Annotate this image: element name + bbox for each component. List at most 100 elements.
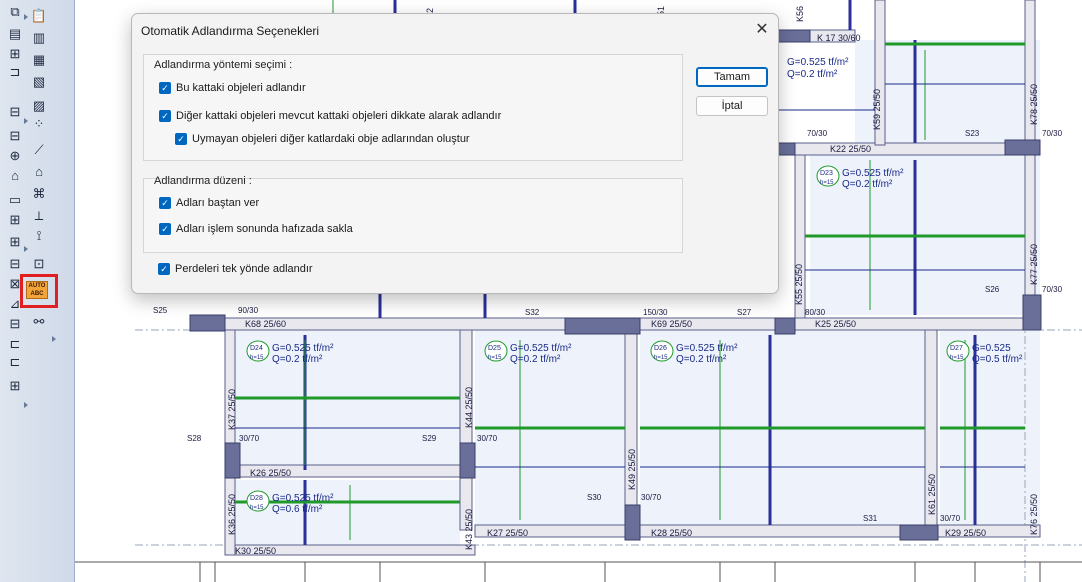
table-icon[interactable]: ▦ (30, 50, 48, 68)
cancel-button[interactable]: İptal (696, 96, 768, 116)
table-icon[interactable]: ▧ (30, 72, 48, 90)
checkbox-checked-icon[interactable]: ✓ (175, 133, 187, 145)
slab-thickness: h=15 (950, 355, 964, 361)
space-label: S26 (985, 285, 1000, 294)
beam-label: K 17 30/60 (817, 33, 861, 43)
space-label: S27 (737, 308, 752, 317)
space-label: S32 (525, 308, 540, 317)
move-icon[interactable]: ⊐ (6, 62, 24, 80)
checkbox-checked-icon[interactable]: ✓ (159, 110, 171, 122)
slab-icon[interactable]: ▨ (30, 96, 48, 114)
column-icon[interactable]: ⌂ (6, 166, 24, 184)
column-label: K77 25/50 (1029, 244, 1039, 285)
checkbox-checked-icon[interactable]: ✓ (159, 82, 171, 94)
auto-naming-options-dialog: Otomatik Adlandırma Seçenekleri ✕ Adland… (131, 13, 779, 294)
flyout-arrow-icon[interactable] (52, 336, 56, 342)
slab-id: D25 (488, 345, 501, 352)
load-g: G=0.525 tf/m² (510, 343, 572, 354)
grid-icon[interactable]: ⌘ (30, 184, 48, 202)
slab-thickness: h=15 (488, 355, 502, 361)
slab-thickness: h=15 (250, 505, 264, 511)
dimension-label: 30/70 (477, 434, 498, 443)
dimension-label: 30/70 (239, 434, 260, 443)
load-q: Q=0.5 tf/m² (972, 354, 1023, 365)
copy-icon[interactable]: ⧉ (6, 2, 24, 20)
load-q: Q=0.6 tf/m² (272, 504, 323, 515)
dimension-label: 80/30 (805, 308, 826, 317)
option-derive-nonmatching[interactable]: ✓ Uymayan objeleri diğer katlardaki obje… (175, 133, 470, 145)
column-label: K78 25/50 (1029, 84, 1039, 125)
option-name-current-floor[interactable]: ✓ Bu kattaki objeleri adlandır (159, 82, 306, 94)
beam-icon[interactable]: ⊕ (6, 146, 24, 164)
line-icon[interactable]: ⟂ (30, 206, 48, 224)
load-g: G=0.525 tf/m² (272, 493, 334, 504)
option-save-names[interactable]: ✓ Adları işlem sonunda hafızada sakla (159, 223, 353, 235)
stairs-icon[interactable]: ⊏ (6, 352, 24, 370)
beam-label: K26 25/50 (250, 468, 291, 478)
dimension-label: 90/30 (238, 306, 259, 315)
option-restart-names[interactable]: ✓ Adları baştan ver (159, 197, 259, 209)
wall-icon[interactable]: ⊡ (30, 254, 48, 272)
load-q: Q=0.2 tf/m² (510, 354, 561, 365)
space-label: S31 (863, 514, 878, 523)
paste-icon[interactable]: 📋 (30, 6, 48, 24)
flyout-arrow-icon[interactable] (24, 402, 28, 408)
checkbox-checked-icon[interactable]: ✓ (159, 223, 171, 235)
slab-icon[interactable]: ⊟ (6, 254, 24, 272)
slab-thickness: h=15 (820, 180, 834, 186)
close-icon[interactable]: ✕ (750, 18, 774, 40)
table-icon[interactable]: ⊟ (6, 314, 24, 332)
foundation-icon[interactable]: ▭ (6, 190, 24, 208)
naming-method-group: Adlandırma yöntemi seçimi : ✓ Bu kattaki… (143, 54, 683, 161)
checkbox-checked-icon[interactable]: ✓ (159, 197, 171, 209)
left-toolbar: ⧉ 📋 ▤ ▥ ⊞ ▦ ⊐ ▧ ⊟ ▨ ⁘ ⊟ ⟋ ⊕ ⌂ ⌂ ⌘ ▭ ⟂ ⊞ … (0, 0, 75, 582)
option-name-other-floors[interactable]: ✓ Diğer kattaki objeleri mevcut kattaki … (159, 110, 501, 122)
load-q: Q=0.2 tf/m² (676, 354, 727, 365)
load-g: G=0.525 tf/m² (787, 57, 849, 68)
foundation-icon[interactable]: ⊞ (6, 376, 24, 394)
column-icon[interactable]: ⊞ (6, 210, 24, 228)
pen-icon[interactable]: ⟟ (30, 226, 48, 244)
load-g: G=0.525 tf/m² (676, 343, 738, 354)
dimension-label: 70/30 (807, 129, 828, 138)
layers-icon[interactable]: ▥ (30, 28, 48, 46)
load-g: G=0.525 (972, 343, 1011, 354)
column-label: K49 25/50 (627, 449, 637, 490)
beam-label: K69 25/50 (651, 319, 692, 329)
column-label: K55 25/50 (794, 264, 804, 305)
move-icon[interactable]: ⊞ (6, 44, 24, 62)
dimension-label: 30/70 (940, 514, 961, 523)
dialog-title: Otomatik Adlandırma Seçenekleri (141, 24, 320, 38)
dimension-label: 30/70 (641, 493, 662, 502)
beam-label: K28 25/50 (651, 528, 692, 538)
binoculars-icon[interactable]: ⚯ (30, 312, 48, 330)
flyout-arrow-icon[interactable] (24, 14, 28, 20)
slab-id: D23 (820, 170, 833, 177)
diagonal-icon[interactable]: ⟋ (30, 140, 48, 158)
space-label: S23 (965, 129, 980, 138)
table-icon[interactable]: ⊟ (6, 126, 24, 144)
ok-button[interactable]: Tamam (696, 67, 768, 87)
beam-label: K25 25/50 (815, 319, 856, 329)
auto-name-button[interactable]: AUTO ABC (26, 281, 48, 299)
stairs-icon[interactable]: ⊏ (6, 334, 24, 352)
checkbox-checked-icon[interactable]: ✓ (158, 263, 170, 275)
column-label: K56 (795, 6, 805, 22)
option-walls-one-direction[interactable]: ✓ Perdeleri tek yönde adlandır (158, 263, 313, 275)
points-icon[interactable]: ⁘ (30, 114, 48, 132)
load-q: Q=0.2 tf/m² (272, 354, 323, 365)
dimension-label: 70/30 (1042, 129, 1063, 138)
column-label: K76 25/50 (1029, 494, 1039, 535)
space-label: S30 (587, 493, 602, 502)
slab-id: D27 (950, 345, 963, 352)
stairs-icon[interactable]: ⊟ (6, 102, 24, 120)
column-label: K36 25/50 (227, 494, 237, 535)
flyout-arrow-icon[interactable] (24, 246, 28, 252)
grid-icon[interactable]: ⊞ (6, 232, 24, 250)
layers-icon[interactable]: ▤ (6, 24, 24, 42)
flyout-arrow-icon[interactable] (24, 118, 28, 124)
load-q: Q=0.2 tf/m² (787, 69, 838, 80)
slab-id: D24 (250, 345, 263, 352)
bottom-ruler (75, 561, 1082, 582)
wall-icon[interactable]: ⌂ (30, 162, 48, 180)
